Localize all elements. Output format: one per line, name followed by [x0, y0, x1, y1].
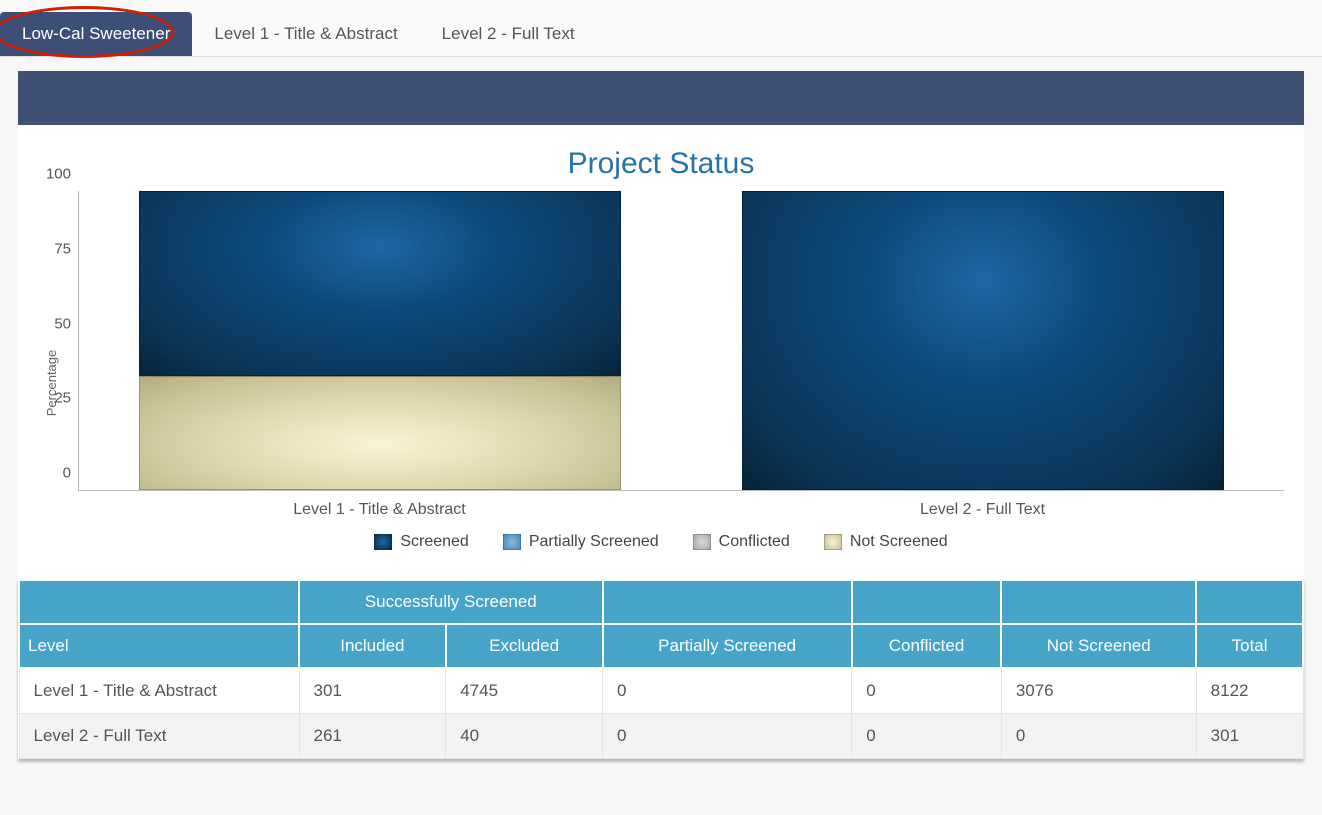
main-panel: Project Status Percentage 0 25 50 75 100 — [18, 71, 1304, 759]
cell-level: Level 1 - Title & Abstract — [19, 668, 299, 714]
bar-seg-not-screened — [139, 376, 621, 490]
th-partial: Partially Screened — [603, 624, 852, 668]
legend-label: Partially Screened — [529, 533, 659, 551]
chart: Percentage 0 25 50 75 100 Level 1 - Titl… — [18, 187, 1304, 579]
cell-partial: 0 — [603, 668, 852, 714]
th-empty — [1196, 580, 1303, 624]
bar-seg-screened — [139, 191, 621, 376]
category-labels: Level 1 - Title & Abstract Level 2 - Ful… — [78, 491, 1284, 525]
bar-seg-screened — [742, 191, 1224, 490]
tab-project-active[interactable]: Low-Cal Sweetener — [0, 12, 192, 56]
category-label: Level 1 - Title & Abstract — [138, 501, 620, 519]
th-excluded: Excluded — [446, 624, 603, 668]
tab-label: Low-Cal Sweetener — [22, 24, 170, 43]
y-tick: 100 — [41, 166, 71, 183]
cell-included: 301 — [299, 668, 446, 714]
cell-excluded: 40 — [446, 714, 603, 759]
legend-item-partial: Partially Screened — [503, 533, 659, 551]
y-tick: 75 — [41, 240, 71, 257]
th-empty — [852, 580, 1002, 624]
th-group-screened: Successfully Screened — [299, 580, 603, 624]
legend-swatch-icon — [824, 534, 842, 550]
tab-label: Level 1 - Title & Abstract — [214, 24, 397, 43]
th-empty — [1001, 580, 1196, 624]
bar-area — [79, 191, 1284, 490]
th-conflicted: Conflicted — [852, 624, 1002, 668]
th-notscreened: Not Screened — [1001, 624, 1196, 668]
legend-label: Not Screened — [850, 533, 948, 551]
y-tick: 50 — [41, 315, 71, 332]
project-tabs: Low-Cal Sweetener Level 1 - Title & Abst… — [0, 0, 1322, 57]
legend: Screened Partially Screened Conflicted N… — [38, 525, 1284, 579]
table-header-row-groups: Successfully Screened — [19, 580, 1303, 624]
summary-table: Successfully Screened Level Included Exc… — [18, 579, 1304, 759]
chart-plot: 0 25 50 75 100 — [78, 191, 1284, 491]
cell-notscreened: 0 — [1001, 714, 1196, 759]
page-title: Project Status — [18, 147, 1304, 181]
cell-total: 8122 — [1196, 668, 1303, 714]
cell-included: 261 — [299, 714, 446, 759]
legend-item-screened: Screened — [374, 533, 469, 551]
bar-level-2 — [742, 191, 1224, 490]
legend-swatch-icon — [374, 534, 392, 550]
th-empty — [603, 580, 852, 624]
tab-level-2[interactable]: Level 2 - Full Text — [420, 12, 597, 56]
legend-item-conflicted: Conflicted — [693, 533, 790, 551]
cell-partial: 0 — [603, 714, 852, 759]
table-row: Level 2 - Full Text 261 40 0 0 0 301 — [19, 714, 1303, 759]
cell-total: 301 — [1196, 714, 1303, 759]
bar-level-1 — [139, 191, 621, 490]
legend-item-notscreened: Not Screened — [824, 533, 948, 551]
th-total: Total — [1196, 624, 1303, 668]
tab-label: Level 2 - Full Text — [442, 24, 575, 43]
cell-conflicted: 0 — [852, 668, 1002, 714]
y-tick: 0 — [41, 465, 71, 482]
y-tick: 25 — [41, 390, 71, 407]
legend-swatch-icon — [693, 534, 711, 550]
legend-swatch-icon — [503, 534, 521, 550]
th-empty — [19, 580, 299, 624]
cell-notscreened: 3076 — [1001, 668, 1196, 714]
top-banner — [18, 71, 1304, 125]
cell-level: Level 2 - Full Text — [19, 714, 299, 759]
table-row: Level 1 - Title & Abstract 301 4745 0 0 … — [19, 668, 1303, 714]
cell-conflicted: 0 — [852, 714, 1002, 759]
table-header-row: Level Included Excluded Partially Screen… — [19, 624, 1303, 668]
cell-excluded: 4745 — [446, 668, 603, 714]
category-label: Level 2 - Full Text — [741, 501, 1223, 519]
th-level: Level — [19, 624, 299, 668]
tab-level-1[interactable]: Level 1 - Title & Abstract — [192, 12, 419, 56]
legend-label: Screened — [400, 533, 469, 551]
th-included: Included — [299, 624, 446, 668]
legend-label: Conflicted — [719, 533, 790, 551]
